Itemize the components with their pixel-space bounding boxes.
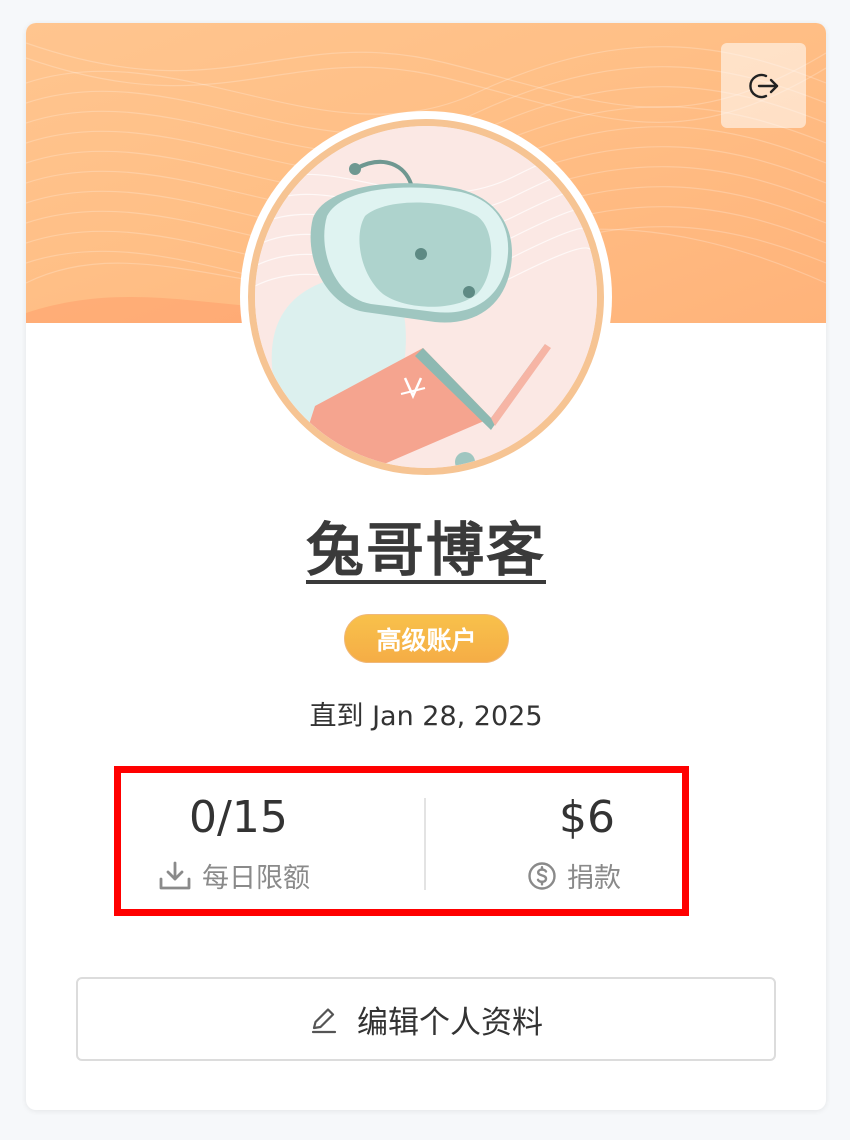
donation-label: 捐款: [567, 863, 621, 894]
pencil-icon: [309, 1004, 339, 1034]
avatar-frame: [240, 111, 612, 483]
membership-expiry: 直到 Jan 28, 2025: [309, 701, 543, 732]
daily-quota-value: 0/15: [189, 792, 288, 843]
download-icon: [158, 860, 192, 892]
stats-panel: 0/15 每日限额 $6 捐款: [114, 766, 689, 916]
donation-value: $6: [559, 792, 615, 843]
logout-icon: [746, 68, 782, 104]
daily-quota-label-row: 每日限额: [121, 856, 408, 895]
dollar-circle-icon: [527, 861, 557, 891]
profile-name[interactable]: 兔哥博客: [26, 503, 826, 587]
robot-reading-illustration: [255, 126, 597, 468]
donation-stat: $6 捐款: [409, 773, 696, 909]
daily-quota-label: 每日限额: [202, 863, 310, 894]
avatar[interactable]: [248, 119, 604, 475]
edit-profile-button[interactable]: 编辑个人资料: [76, 977, 776, 1061]
logout-button[interactable]: [721, 43, 806, 128]
edit-profile-label: 编辑个人资料: [357, 1004, 543, 1041]
premium-account-badge: 高级账户: [344, 614, 509, 663]
donation-label-row: 捐款: [409, 856, 696, 895]
profile-card: 兔哥博客 高级账户 直到 Jan 28, 2025 0/15 每日限额 $6 捐…: [26, 23, 826, 1110]
daily-quota-stat: 0/15 每日限额: [121, 773, 408, 909]
